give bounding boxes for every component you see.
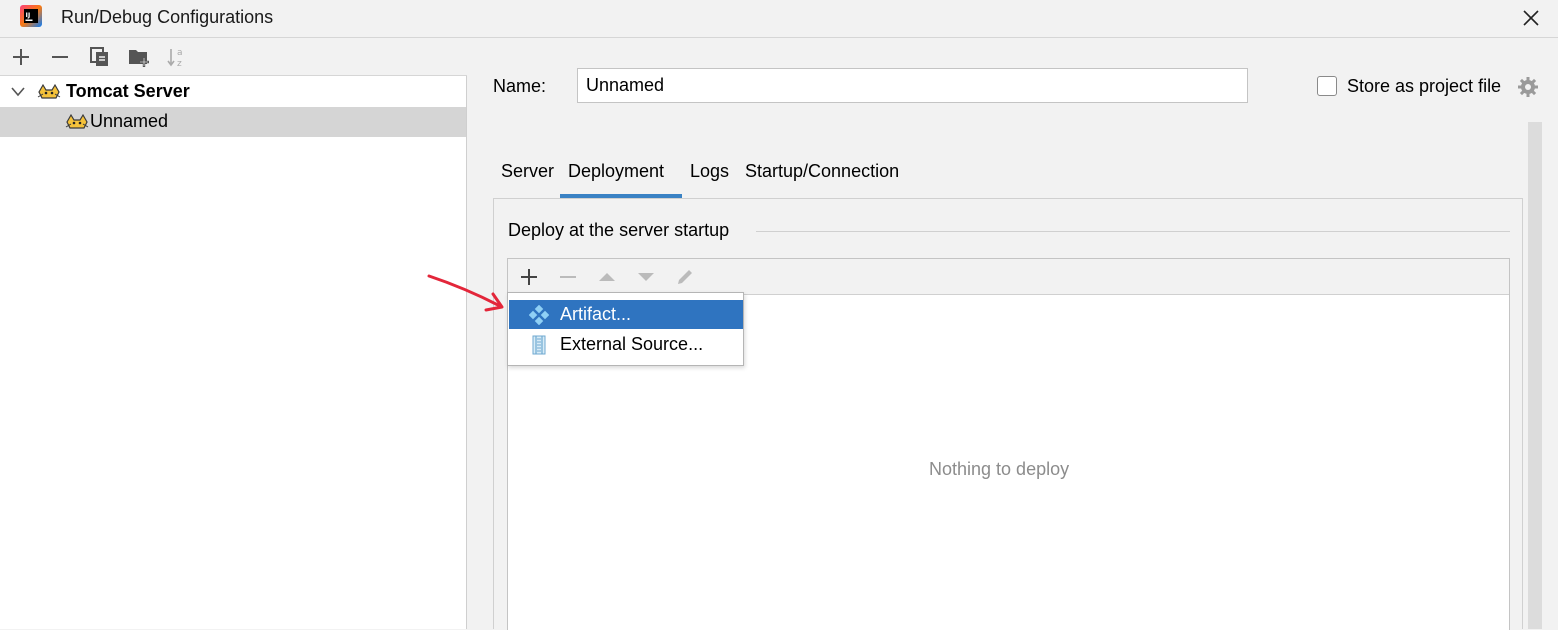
store-as-project-file-checkbox[interactable] — [1317, 76, 1337, 96]
configurations-tree-panel: a z Tomcat Server Unnamed — [0, 39, 467, 629]
tab-deployment[interactable]: Deployment — [568, 161, 664, 182]
chevron-down-icon[interactable] — [10, 85, 26, 99]
svg-text:IJ: IJ — [26, 11, 31, 19]
tab-startup-connection[interactable]: Startup/Connection — [745, 161, 899, 182]
name-label: Name: — [493, 76, 547, 96]
annotation-arrow-icon — [427, 274, 504, 312]
tree-group-label: Tomcat Server — [66, 81, 190, 101]
add-deployment-popup-menu: Artifact... External Source... — [507, 292, 744, 366]
gear-icon[interactable] — [1516, 75, 1540, 99]
external-source-icon — [532, 335, 546, 355]
move-up-icon[interactable] — [594, 264, 620, 290]
vertical-scrollbar[interactable] — [1528, 122, 1542, 629]
add-icon[interactable] — [9, 45, 33, 69]
new-folder-icon[interactable] — [127, 45, 151, 69]
empty-list-message: Nothing to deploy — [929, 459, 1070, 479]
deployment-tab-content: Deploy at the server startup Nothing to … — [493, 198, 1523, 630]
title-bar: IJ Run/Debug Configurations — [0, 0, 1558, 38]
tab-logs[interactable]: Logs — [690, 161, 729, 182]
name-field[interactable] — [577, 68, 1248, 103]
sort-alphabetically-icon[interactable]: a z — [165, 45, 189, 69]
menu-item-artifact[interactable]: Artifact... — [509, 300, 743, 329]
svg-text:z: z — [177, 59, 182, 69]
window-title: Run/Debug Configurations — [61, 7, 274, 27]
tree-item-label: Unnamed — [90, 111, 169, 131]
move-down-icon[interactable] — [633, 264, 659, 290]
close-icon[interactable] — [1518, 5, 1544, 31]
deployment-list-toolbar — [508, 259, 1509, 295]
remove-icon[interactable] — [555, 264, 581, 290]
tab-server[interactable]: Server — [501, 161, 554, 182]
tomcat-icon — [37, 83, 61, 99]
tree-item-unnamed[interactable]: Unnamed — [0, 107, 466, 137]
svg-text:a: a — [177, 48, 183, 58]
artifact-icon — [529, 305, 549, 325]
deploy-section-title: Deploy at the server startup — [508, 220, 730, 240]
intellij-app-icon: IJ — [20, 5, 42, 27]
tree-group-tomcat-server[interactable]: Tomcat Server — [0, 77, 466, 107]
store-as-project-file-label: Store as project file — [1347, 76, 1502, 96]
menu-item-external-source[interactable]: External Source... — [509, 330, 743, 359]
copy-icon[interactable] — [88, 45, 112, 69]
menu-item-label: External Source... — [560, 334, 704, 354]
edit-icon[interactable] — [672, 264, 698, 290]
tomcat-icon — [65, 113, 89, 129]
remove-icon[interactable] — [48, 45, 72, 69]
tree-toolbar: a z — [0, 39, 467, 76]
menu-item-label: Artifact... — [560, 304, 632, 324]
section-divider — [756, 231, 1510, 232]
